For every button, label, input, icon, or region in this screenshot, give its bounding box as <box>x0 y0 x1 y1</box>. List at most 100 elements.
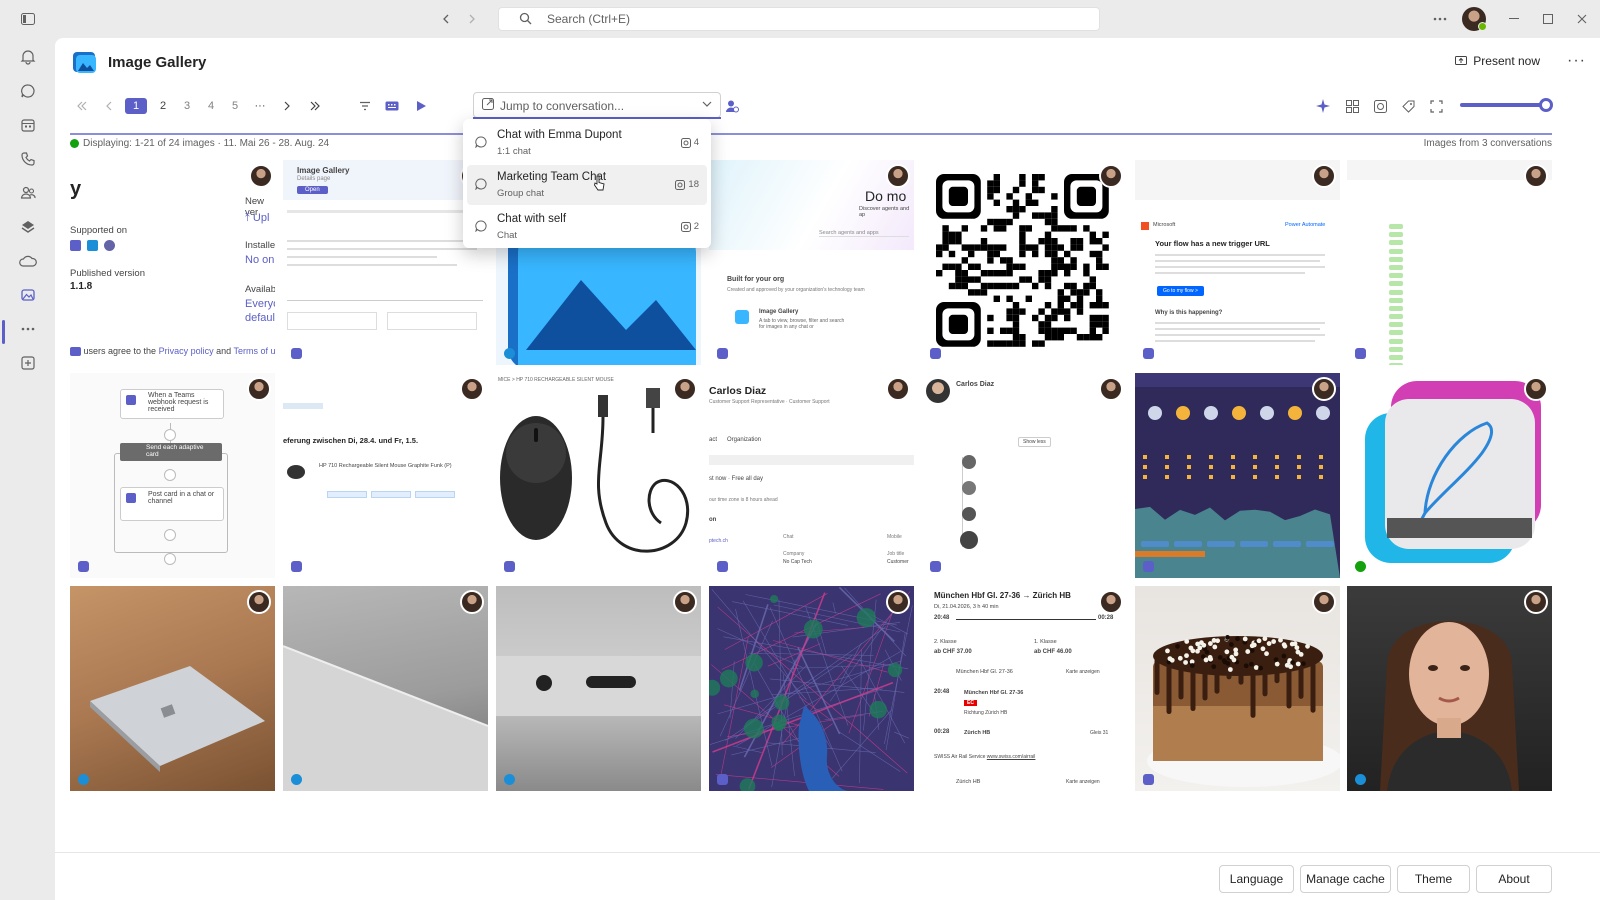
search-icon <box>519 12 532 25</box>
image-gallery-app-icon[interactable] <box>17 284 39 306</box>
gallery-image-7[interactable] <box>1347 160 1552 365</box>
forward-arrow-icon[interactable] <box>462 9 482 29</box>
gallery-image-5[interactable] <box>922 160 1127 365</box>
present-now-label: Present now <box>1473 54 1540 68</box>
zoom-slider-track[interactable] <box>1460 103 1546 107</box>
theme-button[interactable]: Theme <box>1397 865 1470 893</box>
teams-source-icon <box>717 561 728 572</box>
calls-icon[interactable] <box>17 148 39 170</box>
page-4[interactable]: 4 <box>205 98 217 114</box>
page-ellipsis[interactable]: ··· <box>251 98 269 114</box>
gallery-image-15[interactable] <box>70 586 275 791</box>
page-2[interactable]: 2 <box>157 98 169 114</box>
jump-to-conversation-select[interactable]: Jump to conversation... <box>473 92 721 118</box>
filter-icon[interactable] <box>355 96 375 116</box>
sidebar-toggle-icon[interactable] <box>18 9 38 29</box>
cloud-source-icon <box>78 774 89 785</box>
woman-portrait-photo <box>1380 621 1519 791</box>
sender-avatar <box>1524 164 1548 188</box>
language-button[interactable]: Language <box>1219 865 1294 893</box>
presence-status-icon <box>1478 22 1487 31</box>
fullscreen-icon[interactable] <box>1426 96 1446 116</box>
gallery-image-19[interactable]: München Hbf Gl. 27-36 → Zürich HB Di, 21… <box>922 586 1127 791</box>
teams-source-icon <box>1355 348 1366 359</box>
present-now-button[interactable]: Present now <box>1455 54 1540 68</box>
teams-source-icon <box>1143 774 1154 785</box>
chat-icon[interactable] <box>17 80 39 102</box>
sender-avatar <box>247 590 271 614</box>
gallery-image-17[interactable] <box>496 586 701 791</box>
gallery-image-16[interactable] <box>283 586 488 791</box>
platform-icons <box>70 240 115 251</box>
cloud-source-icon <box>504 348 515 359</box>
main-panel: Image Gallery Present now ··· 1 2 3 4 5 … <box>55 38 1600 900</box>
sender-avatar <box>886 377 910 401</box>
gallery-image-6[interactable]: Microsoft Power Automate Your flow has a… <box>1135 160 1340 365</box>
copilot-sparkle-icon[interactable] <box>1313 96 1333 116</box>
add-app-icon[interactable] <box>17 352 39 374</box>
cloud-source-icon <box>504 774 515 785</box>
onedrive-icon[interactable] <box>17 250 39 272</box>
gallery-image-13[interactable] <box>1135 373 1340 578</box>
gallery-image-20[interactable] <box>1135 586 1340 791</box>
conversation-option-emma[interactable]: Chat with Emma Dupont 1:1 chat 4 <box>467 123 707 163</box>
maximize-icon[interactable] <box>1538 9 1558 29</box>
sender-avatar <box>1312 590 1336 614</box>
planner-icon[interactable] <box>17 216 39 238</box>
qr-code-image <box>936 174 1109 347</box>
conversation-option-self[interactable]: Chat with self Chat 2 <box>467 207 707 247</box>
gallery-image-2[interactable]: Image Gallery Details page Open <box>283 160 488 365</box>
header-more-icon[interactable]: ··· <box>1567 52 1586 70</box>
next-page-icon[interactable] <box>277 96 297 116</box>
gallery-image-11[interactable]: Carlos Diaz Customer Support Representat… <box>709 373 914 578</box>
title-bar: Search (Ctrl+E) <box>0 0 1600 38</box>
back-arrow-icon[interactable] <box>436 9 456 29</box>
people-icon[interactable] <box>17 182 39 204</box>
sender-avatar <box>1312 377 1336 401</box>
gallery-image-12[interactable]: Carlos Diaz Show less <box>922 373 1127 578</box>
sender-avatar <box>247 377 271 401</box>
page-1[interactable]: 1 <box>125 98 147 114</box>
tag-icon[interactable] <box>1398 96 1418 116</box>
display-status: Displaying: 1-21 of 24 images · 11. Mai … <box>70 138 329 149</box>
slideshow-play-icon[interactable] <box>411 96 431 116</box>
more-apps-icon[interactable] <box>17 318 39 340</box>
gallery-image-10[interactable]: MICE > HP 710 RECHARGEABLE SILENT MOUSE <box>496 373 701 578</box>
manage-cache-button[interactable]: Manage cache <box>1300 865 1391 893</box>
gallery-toolbar: 1 2 3 4 5 ··· Jump to conversation... <box>55 88 1600 124</box>
more-options-icon[interactable] <box>1430 9 1450 29</box>
calendar-icon[interactable] <box>17 114 39 136</box>
gallery-view-icon[interactable] <box>1370 96 1390 116</box>
page-5[interactable]: 5 <box>229 98 241 114</box>
gallery-image-21[interactable] <box>1347 586 1552 791</box>
first-page-icon[interactable] <box>72 96 92 116</box>
teams-source-icon <box>930 348 941 359</box>
page-3[interactable]: 3 <box>181 98 193 114</box>
image-count-icon <box>675 179 686 190</box>
close-icon[interactable] <box>1572 9 1592 29</box>
zoom-slider-thumb[interactable] <box>1539 98 1553 112</box>
cloud-source-icon <box>291 774 302 785</box>
grid-view-icon[interactable] <box>1342 96 1362 116</box>
city-map-image <box>709 586 913 791</box>
gallery-image-1[interactable]: y Supported on Published version 1.1.8 N… <box>70 160 275 365</box>
gallery-image-9[interactable]: eferung zwischen Di, 28.4. und Fr, 1.5. … <box>283 373 488 578</box>
gallery-image-8[interactable]: When a Teams webhook request is received… <box>70 373 275 578</box>
minimize-icon[interactable] <box>1504 9 1524 29</box>
conversation-option-marketing[interactable]: Marketing Team Chat Group chat 18 <box>467 165 707 205</box>
upload-link[interactable]: ⤒ Upl <box>245 212 269 225</box>
person-filter-icon[interactable] <box>722 96 742 116</box>
last-page-icon[interactable] <box>305 96 325 116</box>
cloud-source-icon <box>1355 774 1366 785</box>
gallery-image-4[interactable]: Do mo Discover agents and ap Search agen… <box>709 160 914 365</box>
search-box[interactable]: Search (Ctrl+E) <box>498 7 1100 31</box>
keyboard-icon[interactable] <box>382 96 402 116</box>
activity-bell-icon[interactable] <box>17 46 39 68</box>
about-button[interactable]: About <box>1476 865 1552 893</box>
prev-page-icon[interactable] <box>99 96 119 116</box>
gallery-image-14[interactable] <box>1347 373 1552 578</box>
teams-source-icon <box>1143 348 1154 359</box>
chat-bubble-icon <box>475 136 487 148</box>
gallery-image-18[interactable] <box>709 586 914 791</box>
sender-avatar <box>673 590 697 614</box>
